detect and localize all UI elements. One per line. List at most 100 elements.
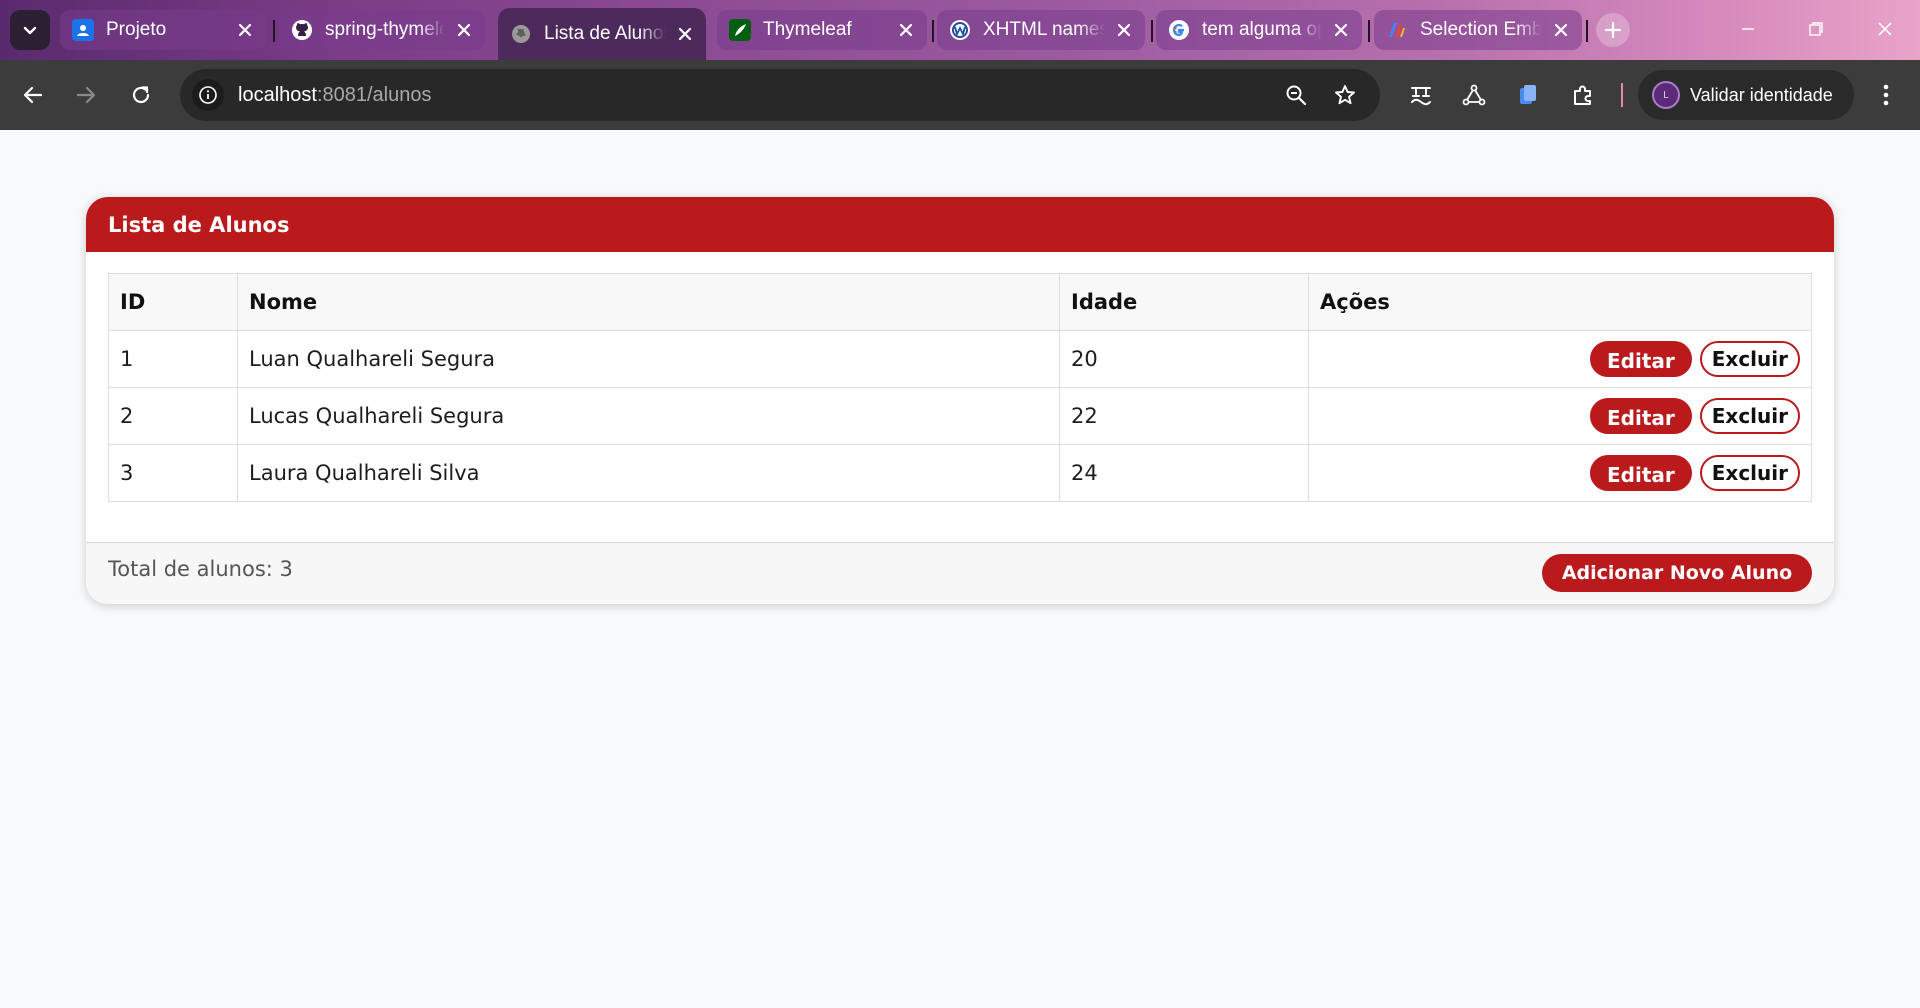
- globe-icon: [510, 23, 532, 45]
- close-icon: [1878, 22, 1892, 36]
- cell-idade: 22: [1059, 387, 1309, 445]
- restore-button[interactable]: [1801, 14, 1831, 44]
- tab-separator: [1368, 20, 1370, 42]
- delete-button[interactable]: Excluir: [1699, 341, 1800, 377]
- cell-nome: Lucas Qualhareli Segura: [237, 387, 1060, 445]
- profile-button[interactable]: L Validar identidade: [1638, 70, 1854, 120]
- google-icon: [1168, 19, 1190, 41]
- tab-xhtml-namespace[interactable]: XHTML namespace: [937, 10, 1145, 50]
- tab-title: Selection Emb: [1420, 19, 1542, 40]
- cell-nome: Laura Qualhareli Silva: [237, 444, 1060, 502]
- restore-icon: [1809, 22, 1823, 36]
- cell-acoes: Editar Excluir: [1308, 444, 1812, 502]
- delete-button[interactable]: Excluir: [1699, 398, 1800, 434]
- cell-idade: 24: [1059, 444, 1309, 502]
- column-header-nome: Nome: [237, 273, 1060, 331]
- close-icon[interactable]: [895, 19, 917, 41]
- url-text[interactable]: localhost:8081/alunos: [238, 84, 431, 107]
- cell-idade: 20: [1059, 330, 1309, 388]
- close-icon[interactable]: [1113, 19, 1135, 41]
- docs-extension-button[interactable]: [1512, 79, 1544, 111]
- tab-lista-de-alunos[interactable]: Lista de Alunos: [498, 8, 706, 60]
- reload-button[interactable]: [123, 77, 159, 113]
- puzzle-icon: [1574, 85, 1591, 105]
- zoom-button[interactable]: [1282, 81, 1310, 109]
- tab-title: spring-thymeleaf: [325, 19, 445, 40]
- chevron-down-icon: [23, 26, 37, 35]
- toolbar-divider: [1621, 83, 1623, 107]
- back-button[interactable]: [15, 77, 51, 113]
- tab-separator: [273, 20, 275, 42]
- total-students-text: Total de alunos: 3: [108, 557, 293, 581]
- github-icon: [291, 19, 313, 41]
- network-extension-button[interactable]: [1458, 79, 1490, 111]
- cell-acoes: Editar Excluir: [1308, 330, 1812, 388]
- add-student-button[interactable]: Adicionar Novo Aluno: [1542, 554, 1812, 592]
- document-icon: [1520, 85, 1536, 104]
- page-title: Lista de Alunos: [108, 212, 290, 237]
- tab-title: Thymeleaf: [763, 19, 852, 40]
- close-icon[interactable]: [1550, 19, 1572, 41]
- edit-button[interactable]: Editar: [1590, 341, 1692, 377]
- close-icon[interactable]: [453, 19, 475, 41]
- column-header-id: ID: [108, 273, 238, 331]
- tab-strip: Projeto spring-thymeleaf Lista de Alunos…: [0, 0, 1920, 60]
- tab-selection-emb[interactable]: Selection Emb: [1374, 10, 1582, 50]
- avatar: L: [1652, 81, 1680, 109]
- tab-separator: [1151, 20, 1153, 42]
- tab-separator: [1586, 20, 1588, 42]
- plus-icon: [1604, 21, 1622, 39]
- close-icon[interactable]: [1330, 19, 1352, 41]
- column-header-acoes: Ações: [1308, 273, 1812, 331]
- google-classroom-icon: [72, 19, 94, 41]
- cell-acoes: Editar Excluir: [1308, 387, 1812, 445]
- tab-spring-thymeleaf[interactable]: spring-thymeleaf: [279, 10, 485, 50]
- bookmark-button[interactable]: [1331, 81, 1359, 109]
- table-row: 3 Laura Qualhareli Silva 24 Editar Exclui…: [108, 444, 1812, 502]
- close-window-button[interactable]: [1870, 14, 1900, 44]
- translate-extension-button[interactable]: [1405, 79, 1437, 111]
- minimize-button[interactable]: [1733, 14, 1763, 44]
- tab-thymeleaf[interactable]: Thymeleaf: [717, 10, 927, 50]
- arrow-left-icon: [23, 86, 43, 104]
- students-table-container: ID Nome Idade Ações 1 Luan Qualhareli Se…: [108, 273, 1812, 502]
- app-logo-icon: [1386, 19, 1408, 41]
- cell-id: 1: [108, 330, 238, 388]
- tab-title: tem alguma op: [1202, 19, 1322, 40]
- browser-menu-button[interactable]: [1872, 79, 1900, 111]
- minimize-icon: [1742, 28, 1754, 30]
- new-tab-button[interactable]: [1596, 13, 1630, 47]
- close-icon[interactable]: [234, 19, 256, 41]
- cell-id: 2: [108, 387, 238, 445]
- zoom-out-icon: [1286, 85, 1307, 106]
- tab-separator: [932, 20, 934, 42]
- site-info-button[interactable]: [192, 79, 224, 111]
- tab-projeto[interactable]: Projeto: [60, 10, 266, 50]
- tab-google-search[interactable]: tem alguma op: [1156, 10, 1362, 50]
- thymeleaf-leaf-icon: [729, 19, 751, 41]
- reload-icon: [132, 86, 150, 104]
- card-header: Lista de Alunos: [86, 197, 1834, 252]
- edit-button[interactable]: Editar: [1590, 398, 1692, 434]
- info-icon: [199, 86, 217, 104]
- table-row: 1 Luan Qualhareli Segura 20 Editar Exclui…: [108, 330, 1812, 388]
- delete-button[interactable]: Excluir: [1699, 455, 1800, 491]
- forward-button[interactable]: [68, 77, 104, 113]
- tab-search-button[interactable]: [10, 10, 50, 50]
- tab-title: XHTML namespace: [983, 19, 1105, 40]
- extensions-button[interactable]: [1567, 79, 1599, 111]
- tab-title: Lista de Alunos: [544, 23, 666, 44]
- close-icon[interactable]: [674, 23, 696, 45]
- table-header-row: ID Nome Idade Ações: [108, 273, 1812, 331]
- url-host: localhost: [238, 83, 317, 106]
- address-bar[interactable]: localhost:8081/alunos: [180, 69, 1380, 121]
- cell-id: 3: [108, 444, 238, 502]
- browser-toolbar: localhost:8081/alunos L Validar identida…: [0, 60, 1920, 130]
- url-path: :8081/alunos: [316, 83, 432, 106]
- table-row: 2 Lucas Qualhareli Segura 22 Editar Exclu…: [108, 387, 1812, 445]
- column-header-idade: Idade: [1059, 273, 1309, 331]
- edit-button[interactable]: Editar: [1590, 455, 1692, 491]
- students-table: ID Nome Idade Ações 1 Luan Qualhareli Se…: [108, 273, 1812, 502]
- star-icon: [1335, 85, 1355, 105]
- card-footer: Total de alunos: 3 Adicionar Novo Aluno: [86, 542, 1834, 604]
